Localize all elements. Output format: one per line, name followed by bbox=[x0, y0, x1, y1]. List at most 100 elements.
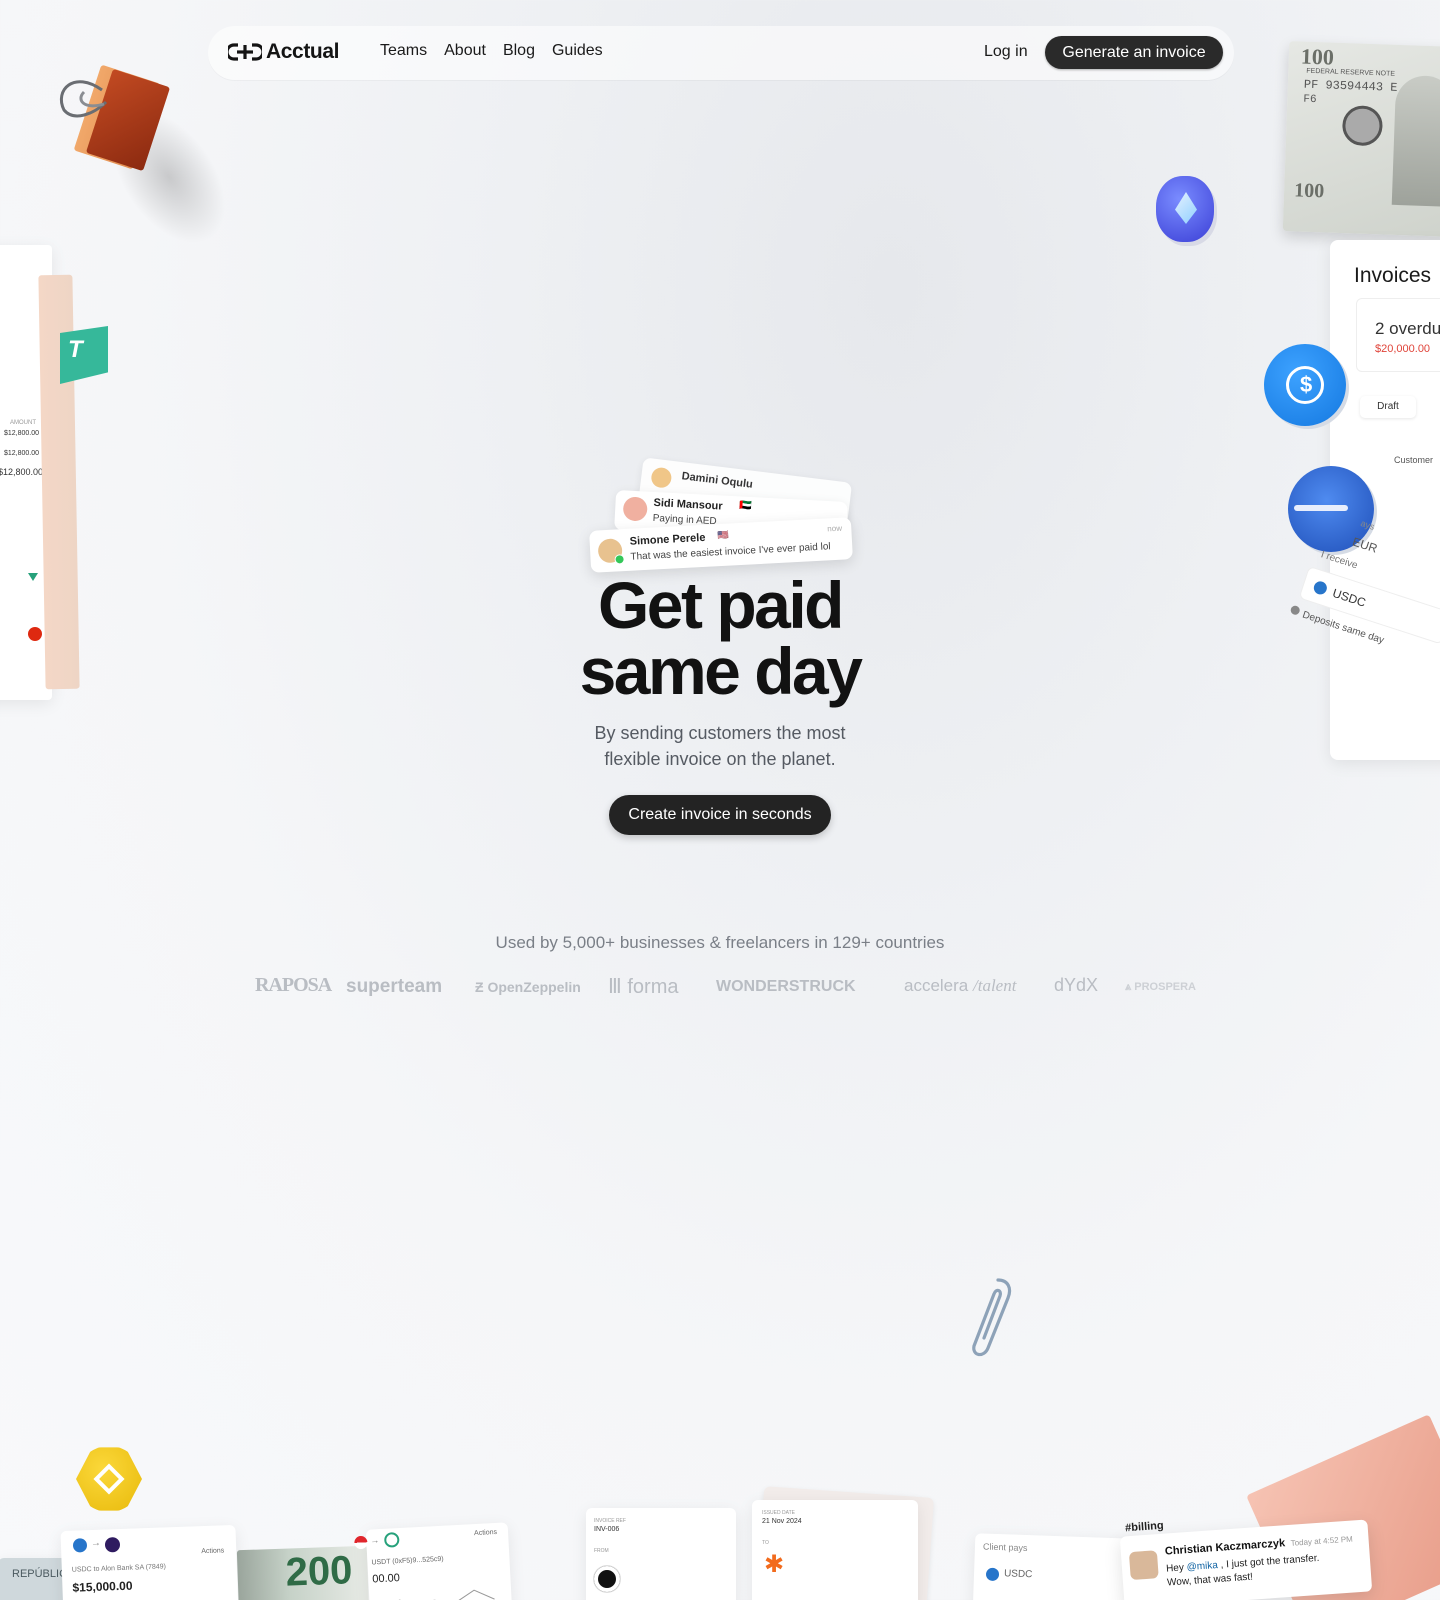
prospera-logo: ⩓ PROSPERA bbox=[1125, 981, 1197, 993]
slack-message-card: #billing Christian Kaczmarczyk Today at … bbox=[1119, 1519, 1373, 1600]
raposa-logo: RAPOSA bbox=[255, 974, 332, 996]
prospera-name: PROSPERA bbox=[1134, 981, 1197, 993]
imessage-badge-icon bbox=[614, 554, 625, 565]
invoice-to-card: ISSUED DATE 21 Nov 2024 TO ✱ bbox=[752, 1500, 918, 1600]
banknote-block: F6 bbox=[1303, 93, 1317, 107]
invoice-from-card: INVOICE REF INV-006 FROM bbox=[586, 1508, 736, 1600]
forma-name: forma bbox=[627, 976, 679, 998]
banknote-200-decoration: 200 bbox=[236, 1545, 370, 1600]
slack-channel: #billing bbox=[1124, 1519, 1165, 1535]
republic-card: REPÚBLICA bbox=[0, 1558, 74, 1600]
usdt-chart-card: → Actions USDT (0xF5)9...525c9) 00.00 bbox=[354, 1522, 513, 1600]
client-token: USDC bbox=[1003, 1568, 1033, 1581]
banknote-denom-bottom: 100 bbox=[1293, 179, 1325, 203]
banknote-denom-top: 100 bbox=[1300, 43, 1335, 70]
invoice-ref-label: INVOICE REF bbox=[594, 1518, 626, 1524]
sparkline-chart bbox=[379, 1589, 495, 1600]
nav-links: Teams About Blog Guides bbox=[380, 42, 603, 60]
banknote-header: FEDERAL RESERVE NOTE bbox=[1306, 67, 1396, 78]
transfer-label: USDC to Alon Bank SA (7849) bbox=[71, 1563, 167, 1574]
client-pays-label: Client pays bbox=[982, 1541, 1028, 1554]
customer-column-header: Customer bbox=[1394, 455, 1434, 465]
transfer-amount: $15,000.00 bbox=[72, 1578, 133, 1595]
banknote-serial: PF 93594443 E bbox=[1303, 77, 1398, 95]
actions-label: Actions bbox=[473, 1528, 498, 1538]
asterisk-logo-icon: ✱ bbox=[764, 1551, 785, 1578]
accelera-talent-logo: accelera /talent bbox=[904, 976, 1017, 995]
create-invoice-button[interactable]: Create invoice in seconds bbox=[609, 795, 831, 835]
nav-link-teams[interactable]: Teams bbox=[380, 42, 427, 60]
slack-mention[interactable]: @mika bbox=[1186, 1560, 1218, 1573]
hero-subtitle-line-1: By sending customers the most bbox=[594, 723, 846, 743]
amount-row-3: $12,800.00 bbox=[0, 467, 44, 477]
binder-clip-decoration bbox=[54, 62, 249, 265]
usdc-option-label: USDC bbox=[1330, 585, 1368, 610]
overdue-panel: 2 overdu $20,000.00 bbox=[1356, 298, 1440, 372]
banknote-200-value: 200 bbox=[284, 1548, 354, 1595]
brand-logo[interactable]: Acctual bbox=[228, 40, 339, 64]
binance-coin-icon bbox=[76, 1447, 142, 1511]
wonderstruck-logo: WONDERSTRUCK bbox=[716, 978, 856, 995]
issued-date: 21 Nov 2024 bbox=[762, 1518, 802, 1525]
us-flag: 🇺🇸 bbox=[717, 529, 729, 541]
pays-label: ays bbox=[1359, 518, 1376, 532]
singapore-flag-icon bbox=[354, 1535, 368, 1550]
ethereum-coin-icon bbox=[1156, 176, 1214, 242]
hundred-dollar-banknote: 100 FEDERAL RESERVE NOTE PF 93594443 E F… bbox=[1282, 41, 1440, 237]
slack-line-1-post: , I just got the transfer. bbox=[1217, 1552, 1320, 1571]
slack-time: Today at 4:52 PM bbox=[1290, 1534, 1354, 1548]
social-proof-text: Used by 5,000+ businesses & freelancers … bbox=[495, 933, 945, 952]
tether-badge-icon: T bbox=[60, 326, 108, 384]
nav-link-about[interactable]: About bbox=[444, 42, 486, 60]
usdc-mini-icon bbox=[985, 1567, 1000, 1582]
treasury-seal-icon bbox=[1341, 105, 1384, 147]
nav-link-blog[interactable]: Blog bbox=[503, 42, 535, 60]
avatar bbox=[1128, 1550, 1159, 1581]
invoice-number: INV-006 bbox=[594, 1526, 620, 1533]
openzeppelin-logo: Ƶ OpenZeppelin bbox=[475, 979, 581, 995]
slack-line-1-pre: Hey bbox=[1165, 1562, 1188, 1575]
actions-label: Actions bbox=[201, 1547, 225, 1556]
hero-headline: Get paid same day bbox=[520, 572, 920, 704]
sender-logo-icon bbox=[594, 1566, 620, 1592]
generate-invoice-button[interactable]: Generate an invoice bbox=[1045, 36, 1223, 69]
draft-tab[interactable]: Draft bbox=[1360, 396, 1416, 418]
usdc-transfer-icon bbox=[72, 1538, 88, 1553]
talent-name: talent bbox=[977, 976, 1017, 995]
accelera-name: accelera bbox=[904, 976, 969, 995]
eur-label: EUR bbox=[1350, 534, 1380, 556]
issued-label: ISSUED DATE bbox=[762, 1510, 795, 1516]
arrow-right-icon: → bbox=[370, 1535, 380, 1546]
superteam-logo: superteam bbox=[346, 976, 443, 997]
customer-logos-strip: RAPOSA superteam Ƶ OpenZeppelin Ⅲ forma … bbox=[170, 972, 1270, 1002]
hero-subtitle-line-2: flexible invoice on the planet. bbox=[604, 749, 836, 769]
invoices-title: Invoices bbox=[1354, 264, 1432, 287]
openzeppelin-name: OpenZeppelin bbox=[487, 979, 581, 995]
uae-flag: 🇦🇪 bbox=[739, 500, 753, 513]
slack-sender-name: Christian Kaczmarczyk bbox=[1164, 1537, 1286, 1558]
brand-name: Acctual bbox=[266, 40, 340, 63]
acctual-logo-icon bbox=[228, 43, 262, 61]
portrait-decoration bbox=[1391, 74, 1440, 207]
client-pays-card: Client pays USDC bbox=[972, 1533, 1136, 1600]
to-label: TO bbox=[762, 1540, 769, 1546]
avatar bbox=[622, 496, 648, 522]
amount-row-2: $12,800.00 bbox=[4, 450, 40, 457]
receive-label: I receive bbox=[1319, 549, 1359, 572]
nav-link-guides[interactable]: Guides bbox=[552, 42, 603, 60]
notification-time: now bbox=[827, 523, 843, 534]
notification-name: Simone Perele bbox=[629, 531, 706, 548]
paperclip-decoration bbox=[972, 1278, 1012, 1357]
dydx-logo: dYdX bbox=[1054, 975, 1099, 995]
usdt-amount: 00.00 bbox=[372, 1572, 401, 1586]
amount-label: AMOUNT bbox=[10, 420, 36, 426]
hero-headline-line-1: Get paid bbox=[597, 568, 845, 642]
top-navbar: Acctual Teams About Blog Guides Log in G… bbox=[208, 26, 1234, 80]
forma-logo: Ⅲ forma bbox=[608, 976, 679, 998]
usdt-label: USDT (0xF5)9...525c9) bbox=[371, 1555, 444, 1567]
login-link[interactable]: Log in bbox=[984, 43, 1028, 61]
hero-headline-line-2: same day bbox=[579, 634, 863, 708]
info-icon bbox=[1289, 604, 1301, 616]
tether-small-icon bbox=[28, 573, 38, 581]
overdue-amount: $20,000.00 bbox=[1375, 343, 1431, 355]
